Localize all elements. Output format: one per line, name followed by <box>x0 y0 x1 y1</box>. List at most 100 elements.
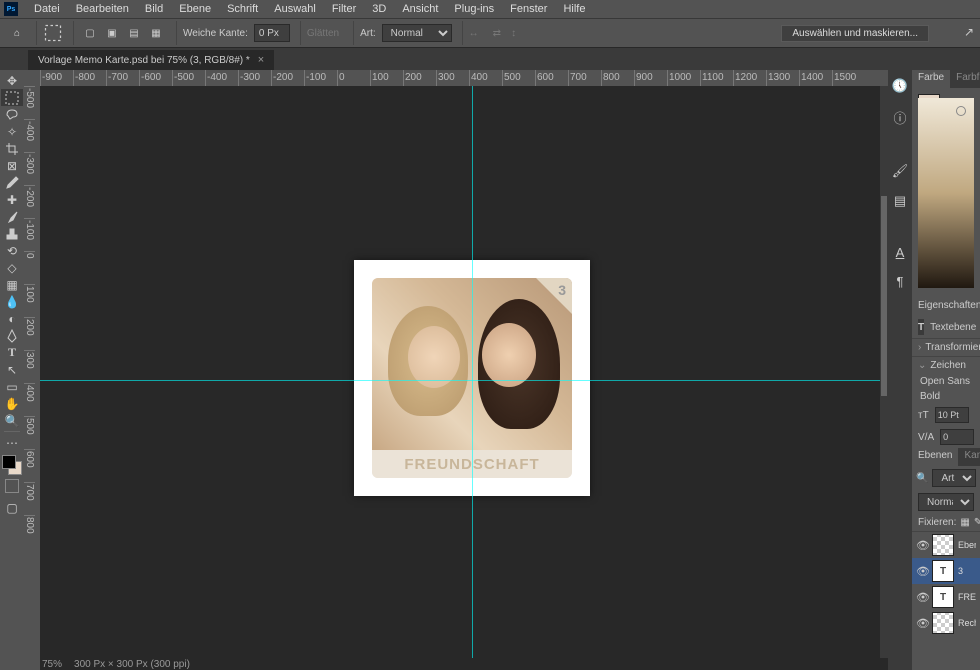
tool-eyedropper[interactable] <box>1 174 23 191</box>
quickmask-icon[interactable] <box>5 479 19 493</box>
fontsize-input[interactable] <box>935 407 969 423</box>
document-tab[interactable]: Vorlage Memo Karte.psd bei 75% (3, RGB/8… <box>28 50 274 70</box>
menu-ebene[interactable]: Ebene <box>171 1 219 17</box>
canvas-scene[interactable]: 3 FREUNDSCHAFT <box>40 86 880 658</box>
history-panel-icon[interactable]: 🕔 <box>892 78 908 94</box>
ruler-horizontal[interactable]: -900-800-700-600-500-400-300-200-1000100… <box>40 70 888 86</box>
width-icon: ↔ <box>469 28 479 39</box>
lock-paint-icon[interactable]: ✎ <box>974 517 980 528</box>
tab-color[interactable]: Farbe <box>912 70 950 88</box>
tool-lasso[interactable] <box>1 106 23 123</box>
layer-row[interactable]: 👁 T 3 <box>912 558 980 584</box>
card-number: 3 <box>558 282 566 298</box>
tracking-input[interactable] <box>940 429 974 445</box>
menu-schrift[interactable]: Schrift <box>219 1 266 17</box>
menu-bearbeiten[interactable]: Bearbeiten <box>68 1 137 17</box>
tool-zoom[interactable]: 🔍 <box>1 412 23 429</box>
layer-row[interactable]: 👁 Ebene <box>912 532 980 558</box>
menu-datei[interactable]: Datei <box>26 1 68 17</box>
feather-input[interactable] <box>254 24 290 42</box>
font-weight[interactable]: Bold <box>912 389 980 404</box>
tool-wand[interactable]: ✧ <box>1 123 23 140</box>
color-panel <box>912 88 980 298</box>
brushes-panel-icon[interactable]: ▤ <box>894 193 906 209</box>
home-icon[interactable]: ⌂ <box>6 22 28 44</box>
tool-crop[interactable] <box>1 140 23 157</box>
fg-color-swatch[interactable] <box>2 455 16 469</box>
color-swatches[interactable] <box>2 455 22 475</box>
tab-channels[interactable]: Kanäle <box>958 448 980 466</box>
select-and-mask-button[interactable]: Auswählen und maskieren... <box>781 25 929 42</box>
share-icon[interactable]: ↗ <box>964 25 974 39</box>
screenmode-icon[interactable]: ▢ <box>1 499 23 516</box>
lock-pixels-icon[interactable]: ▦ <box>960 517 969 528</box>
tool-pen[interactable] <box>1 327 23 344</box>
search-icon[interactable]: 🔍 <box>916 473 928 484</box>
color-gradient[interactable] <box>918 98 974 288</box>
visibility-icon[interactable]: 👁 <box>916 565 928 578</box>
tab-properties[interactable]: Eigenschaften <box>912 298 980 316</box>
blend-mode-select[interactable]: Normal <box>918 493 974 511</box>
menu-bild[interactable]: Bild <box>137 1 171 17</box>
fontsize-icon: тT <box>918 410 929 421</box>
ruler-vertical[interactable]: -500-400-300-200-10001002003004005006007… <box>24 86 40 670</box>
menu-hilfe[interactable]: Hilfe <box>555 1 593 17</box>
tool-move[interactable]: ✥ <box>1 72 23 89</box>
layer-thumb: T <box>932 586 954 608</box>
menu-filter[interactable]: Filter <box>324 1 364 17</box>
paragraph-panel-icon[interactable]: ¶ <box>897 274 904 289</box>
acc-transform[interactable]: ›Transformieren <box>912 338 980 356</box>
tool-brush[interactable] <box>1 208 23 225</box>
sel-add-icon[interactable]: ▣ <box>102 23 122 43</box>
dock-icons: 🕔 ⓘ 🖌 ▤ A ¶ <box>888 70 912 670</box>
height-icon: ↕ <box>511 28 516 39</box>
card-corner-badge <box>536 278 572 314</box>
menu-fenster[interactable]: Fenster <box>502 1 555 17</box>
info-panel-icon[interactable]: ⓘ <box>893 108 906 127</box>
guide-vertical[interactable] <box>472 86 473 658</box>
character-panel-icon[interactable]: A <box>896 245 905 260</box>
acc-character[interactable]: ⌄Zeichen <box>912 356 980 374</box>
workspace: ✥ ✧ ⊠ ✚ ⟲ ◇ ▦ 💧 ◐ T ↖ ▭ ✋ 🔍 ⋯ ▢ -900-800… <box>0 70 980 670</box>
tool-shape[interactable]: ▭ <box>1 378 23 395</box>
sel-new-icon[interactable]: ▢ <box>80 23 100 43</box>
font-family[interactable]: Open Sans <box>912 374 980 389</box>
visibility-icon[interactable]: 👁 <box>916 539 928 552</box>
layer-thumb <box>932 534 954 556</box>
layer-kind-select[interactable]: Art <box>932 469 976 487</box>
layer-row[interactable]: 👁 T FREU <box>912 584 980 610</box>
tool-gradient[interactable]: ▦ <box>1 276 23 293</box>
tool-type[interactable]: T <box>1 344 23 361</box>
visibility-icon[interactable]: 👁 <box>916 591 928 604</box>
menu-ansicht[interactable]: Ansicht <box>394 1 446 17</box>
tool-heal[interactable]: ✚ <box>1 191 23 208</box>
close-icon[interactable]: × <box>258 54 264 66</box>
sel-intersect-icon[interactable]: ▦ <box>146 23 166 43</box>
vertical-scrollbar[interactable] <box>880 86 888 658</box>
menu-plugins[interactable]: Plug-ins <box>446 1 502 17</box>
layer-row[interactable]: 👁 Recht <box>912 610 980 636</box>
marquee-preset-icon[interactable] <box>43 23 63 43</box>
tool-frame[interactable]: ⊠ <box>1 157 23 174</box>
menu-3d[interactable]: 3D <box>364 1 394 17</box>
tool-edit-toolbar[interactable]: ⋯ <box>1 434 23 451</box>
brush-panel-icon[interactable]: 🖌 <box>892 163 909 179</box>
guide-horizontal[interactable] <box>40 380 880 381</box>
tab-swatches[interactable]: Farbfelder <box>950 70 980 88</box>
tool-path[interactable]: ↖ <box>1 361 23 378</box>
tool-history[interactable]: ⟲ <box>1 242 23 259</box>
tool-stamp[interactable] <box>1 225 23 242</box>
tool-blur[interactable]: 💧 <box>1 293 23 310</box>
status-zoom: 75% <box>42 659 62 670</box>
menu-auswahl[interactable]: Auswahl <box>266 1 324 17</box>
tool-eraser[interactable]: ◇ <box>1 259 23 276</box>
sel-sub-icon[interactable]: ▤ <box>124 23 144 43</box>
type-select[interactable]: Normal <box>382 24 452 42</box>
tab-layers[interactable]: Ebenen <box>912 448 958 466</box>
tool-hand[interactable]: ✋ <box>1 395 23 412</box>
tool-dodge[interactable]: ◐ <box>1 310 23 327</box>
tool-marquee[interactable] <box>1 89 23 106</box>
app-icon: Ps <box>4 2 18 16</box>
type-icon: T <box>918 319 924 335</box>
visibility-icon[interactable]: 👁 <box>916 617 928 630</box>
